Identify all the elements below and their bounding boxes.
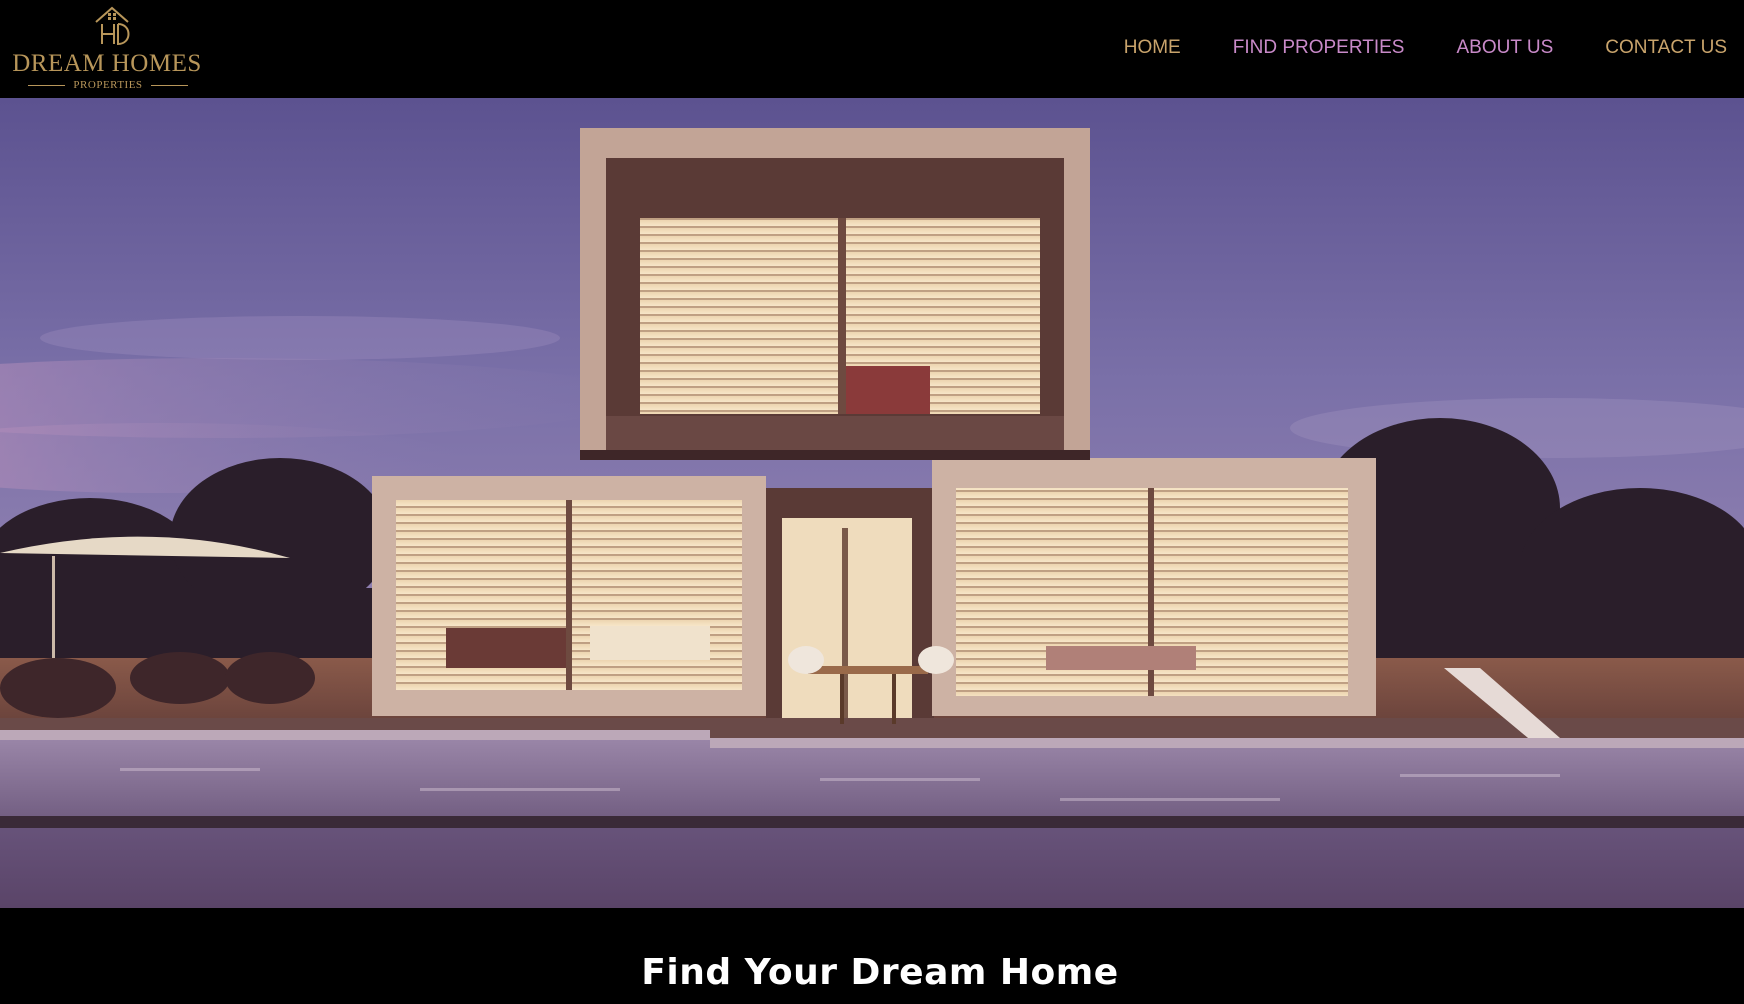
- main-nav: HOME FIND PROPERTIES ABOUT US CONTACT US: [1124, 36, 1727, 60]
- nav-link-find-properties[interactable]: FIND PROPERTIES: [1233, 37, 1405, 59]
- hero-banner: [0, 98, 1744, 908]
- divider: [28, 84, 66, 86]
- intro-section: Find Your Dream Home: [0, 908, 1744, 1004]
- brand-name: DREAM HOMES: [12, 50, 202, 77]
- divider: [150, 84, 188, 86]
- hero-house-image: [0, 98, 1744, 908]
- page: DREAM HOMES PROPERTIES HOME FIND PROPERT…: [0, 0, 1744, 1004]
- nav-link-about-us[interactable]: ABOUT US: [1456, 37, 1553, 59]
- brand-subtitle: PROPERTIES: [73, 79, 143, 91]
- brand-logo[interactable]: DREAM HOMES PROPERTIES: [10, 4, 202, 92]
- nav-link-home[interactable]: HOME: [1124, 37, 1181, 59]
- site-header: DREAM HOMES PROPERTIES HOME FIND PROPERT…: [0, 0, 1744, 98]
- page-headline: Find Your Dream Home: [641, 952, 1119, 993]
- house-monogram-icon: [95, 6, 130, 46]
- brand-subtitle-row: PROPERTIES: [28, 78, 188, 92]
- nav-link-contact-us[interactable]: CONTACT US: [1605, 37, 1727, 59]
